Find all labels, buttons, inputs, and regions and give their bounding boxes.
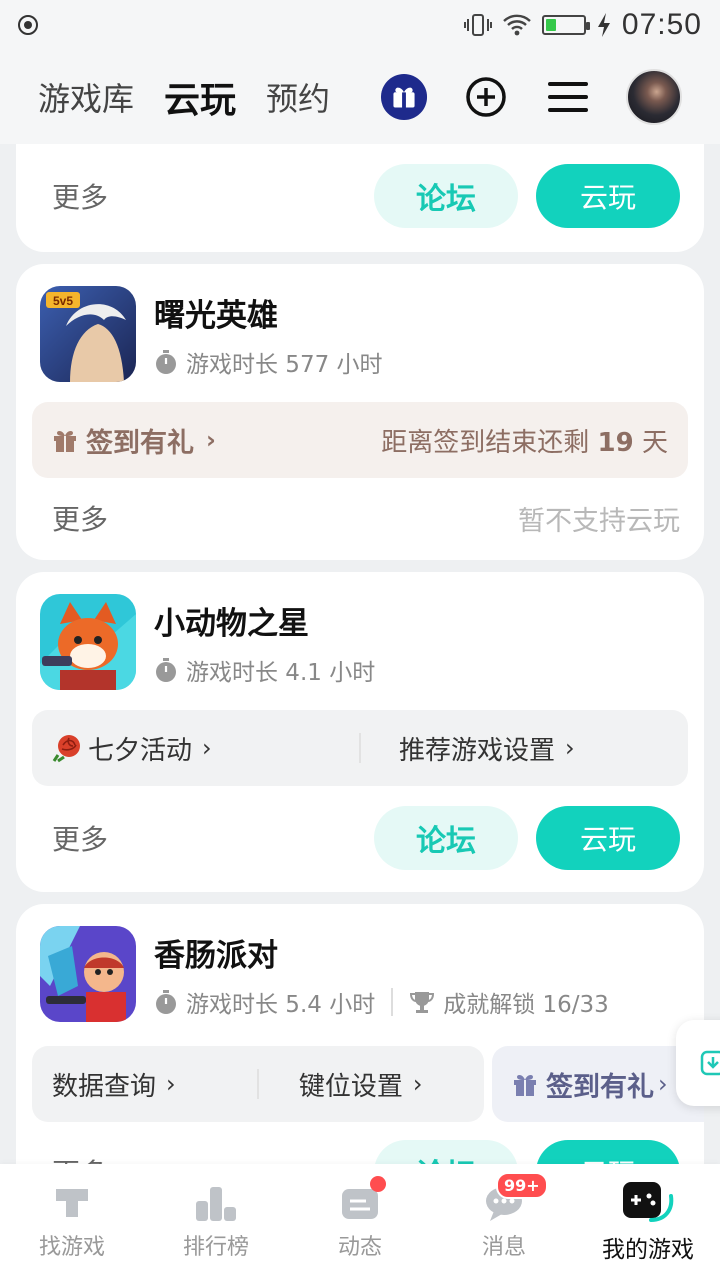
chevron-right-icon: › <box>202 734 212 762</box>
stopwatch-icon <box>156 657 176 682</box>
top-nav: 游戏库 云玩 预约 <box>0 50 720 144</box>
checkin-remaining-prefix: 距离签到结束还剩 <box>381 427 598 458</box>
forum-button[interactable]: 论坛 <box>374 1140 518 1164</box>
floating-download-tab[interactable] <box>676 1020 720 1106</box>
play-time: 游戏时长 5.4 小时 <box>186 991 376 1018</box>
key-settings-link[interactable]: 键位设置 › <box>259 1066 464 1103</box>
key-settings-label: 键位设置 <box>298 1071 403 1102</box>
tab-game-library[interactable]: 游戏库 <box>38 74 134 120</box>
status-bar: 07:50 <box>0 0 720 50</box>
more-link[interactable]: 更多 <box>52 818 108 858</box>
cloud-play-button[interactable]: 云玩 <box>536 164 680 228</box>
game-card-animal-star: 小动物之星 游戏时长 4.1 小时 七夕活动 › 推荐游戏设置 › 更多 论坛 云玩 <box>16 572 704 892</box>
bottom-nav: 找游戏 排行榜 动态 99+ 消息 我的游戏 <box>0 1164 720 1280</box>
game-icon-animal-star[interactable] <box>40 594 136 690</box>
avatar[interactable] <box>626 69 682 125</box>
stopwatch-icon <box>156 989 176 1014</box>
battery-icon <box>541 15 590 35</box>
message-badge: 99+ <box>496 1172 548 1199</box>
event-link[interactable]: 七夕活动 › <box>52 730 359 767</box>
charging-icon <box>597 13 610 37</box>
game-card-dawn-heroes: 5v5 曙光英雄 游戏时长 577 小时 签到有礼 › 距离签到结束还剩 19 天… <box>16 264 704 560</box>
more-link[interactable]: 更多 <box>52 498 108 538</box>
game-title: 小动物之星 <box>154 605 309 642</box>
notification-dot <box>370 1176 386 1192</box>
trophy-icon <box>410 991 435 1013</box>
vibrate-icon <box>463 14 492 36</box>
download-icon <box>700 1050 720 1076</box>
checkin-remaining-days: 19 <box>597 427 634 458</box>
game-list: 更多 论坛 云玩 5v5 曙光英雄 游戏时长 577 小时 签到有礼 › 距离签… <box>0 144 720 1164</box>
shortcut-panel: 数据查询 › 键位设置 › <box>32 1046 484 1122</box>
data-query-label: 数据查询 <box>52 1071 157 1102</box>
game-card-partial: 更多 论坛 云玩 <box>16 144 704 252</box>
checkin-link[interactable]: 签到有礼 › <box>492 1046 704 1122</box>
cloud-play-button[interactable]: 云玩 <box>536 1140 680 1164</box>
rose-icon <box>52 735 80 763</box>
achievements: 成就解锁 16/33 <box>443 991 609 1018</box>
nav-label: 找游戏 <box>38 1235 105 1260</box>
chevron-right-icon: › <box>658 1070 668 1098</box>
data-query-link[interactable]: 数据查询 › <box>52 1066 257 1103</box>
chevron-right-icon: › <box>412 1070 423 1098</box>
more-link[interactable]: 更多 <box>52 1152 108 1164</box>
checkin-label: 签到有礼 <box>546 1071 654 1103</box>
event-label: 七夕活动 <box>88 735 193 766</box>
nav-my-games[interactable]: 我的游戏 <box>576 1164 720 1280</box>
game-title: 香肠派对 <box>154 937 278 974</box>
my-games-icon <box>623 1182 674 1222</box>
more-link[interactable]: 更多 <box>52 176 108 216</box>
gift-icon <box>514 1075 536 1096</box>
wifi-icon <box>503 14 531 36</box>
game-title: 曙光英雄 <box>154 297 278 334</box>
nav-find-games[interactable]: 找游戏 <box>0 1164 144 1280</box>
play-time: 游戏时长 4.1 小时 <box>186 659 376 686</box>
play-time: 游戏时长 577 小时 <box>186 351 383 378</box>
clock: 07:50 <box>621 8 702 41</box>
game-card-sausage-party: 香肠派对 游戏时长 5.4 小时 成就解锁 16/33 数据查询 › 键位设置 › <box>16 904 704 1164</box>
checkin-remaining: 距离签到结束还剩 19 天 <box>381 422 668 459</box>
svg-text:5v5: 5v5 <box>53 294 73 308</box>
chevron-right-icon: › <box>206 426 216 454</box>
tab-cloud-play-label: 云玩 <box>164 80 237 121</box>
shortcut-panel: 七夕活动 › 推荐游戏设置 › <box>32 710 688 786</box>
chevron-right-icon: › <box>564 734 575 762</box>
game-icon-sausage-party[interactable] <box>40 926 136 1022</box>
nav-label: 动态 <box>337 1235 382 1260</box>
nav-feed[interactable]: 动态 <box>288 1164 432 1280</box>
add-circle-icon[interactable] <box>462 73 510 121</box>
nav-messages[interactable]: 99+ 消息 <box>432 1164 576 1280</box>
rankings-icon <box>196 1187 236 1221</box>
checkin-label: 签到有礼 <box>86 427 194 459</box>
forum-button[interactable]: 论坛 <box>374 164 518 228</box>
checkin-panel[interactable]: 签到有礼 › 距离签到结束还剩 19 天 <box>32 402 688 478</box>
tab-reservation[interactable]: 预约 <box>266 74 330 120</box>
nav-label: 消息 <box>481 1235 526 1260</box>
nav-label: 排行榜 <box>182 1235 249 1260</box>
record-icon <box>18 15 38 35</box>
forum-button[interactable]: 论坛 <box>374 806 518 870</box>
find-games-icon <box>56 1189 88 1217</box>
nav-rankings[interactable]: 排行榜 <box>144 1164 288 1280</box>
divider <box>391 987 394 1016</box>
cloud-play-button[interactable]: 云玩 <box>536 806 680 870</box>
tab-cloud-play[interactable]: 云玩 <box>162 71 239 123</box>
cloud-unsupported-text: 暂不支持云玩 <box>518 505 680 537</box>
chevron-right-icon: › <box>166 1070 176 1098</box>
checkin-remaining-suffix: 天 <box>633 427 668 458</box>
settings-link[interactable]: 推荐游戏设置 › <box>361 730 668 767</box>
gift-icon <box>54 431 76 452</box>
game-icon-dawn-heroes[interactable]: 5v5 <box>40 286 136 382</box>
gift-icon[interactable] <box>380 73 428 121</box>
settings-label: 推荐游戏设置 <box>398 735 555 766</box>
nav-label: 我的游戏 <box>602 1237 694 1263</box>
menu-icon[interactable] <box>544 73 592 121</box>
stopwatch-icon <box>156 349 176 374</box>
